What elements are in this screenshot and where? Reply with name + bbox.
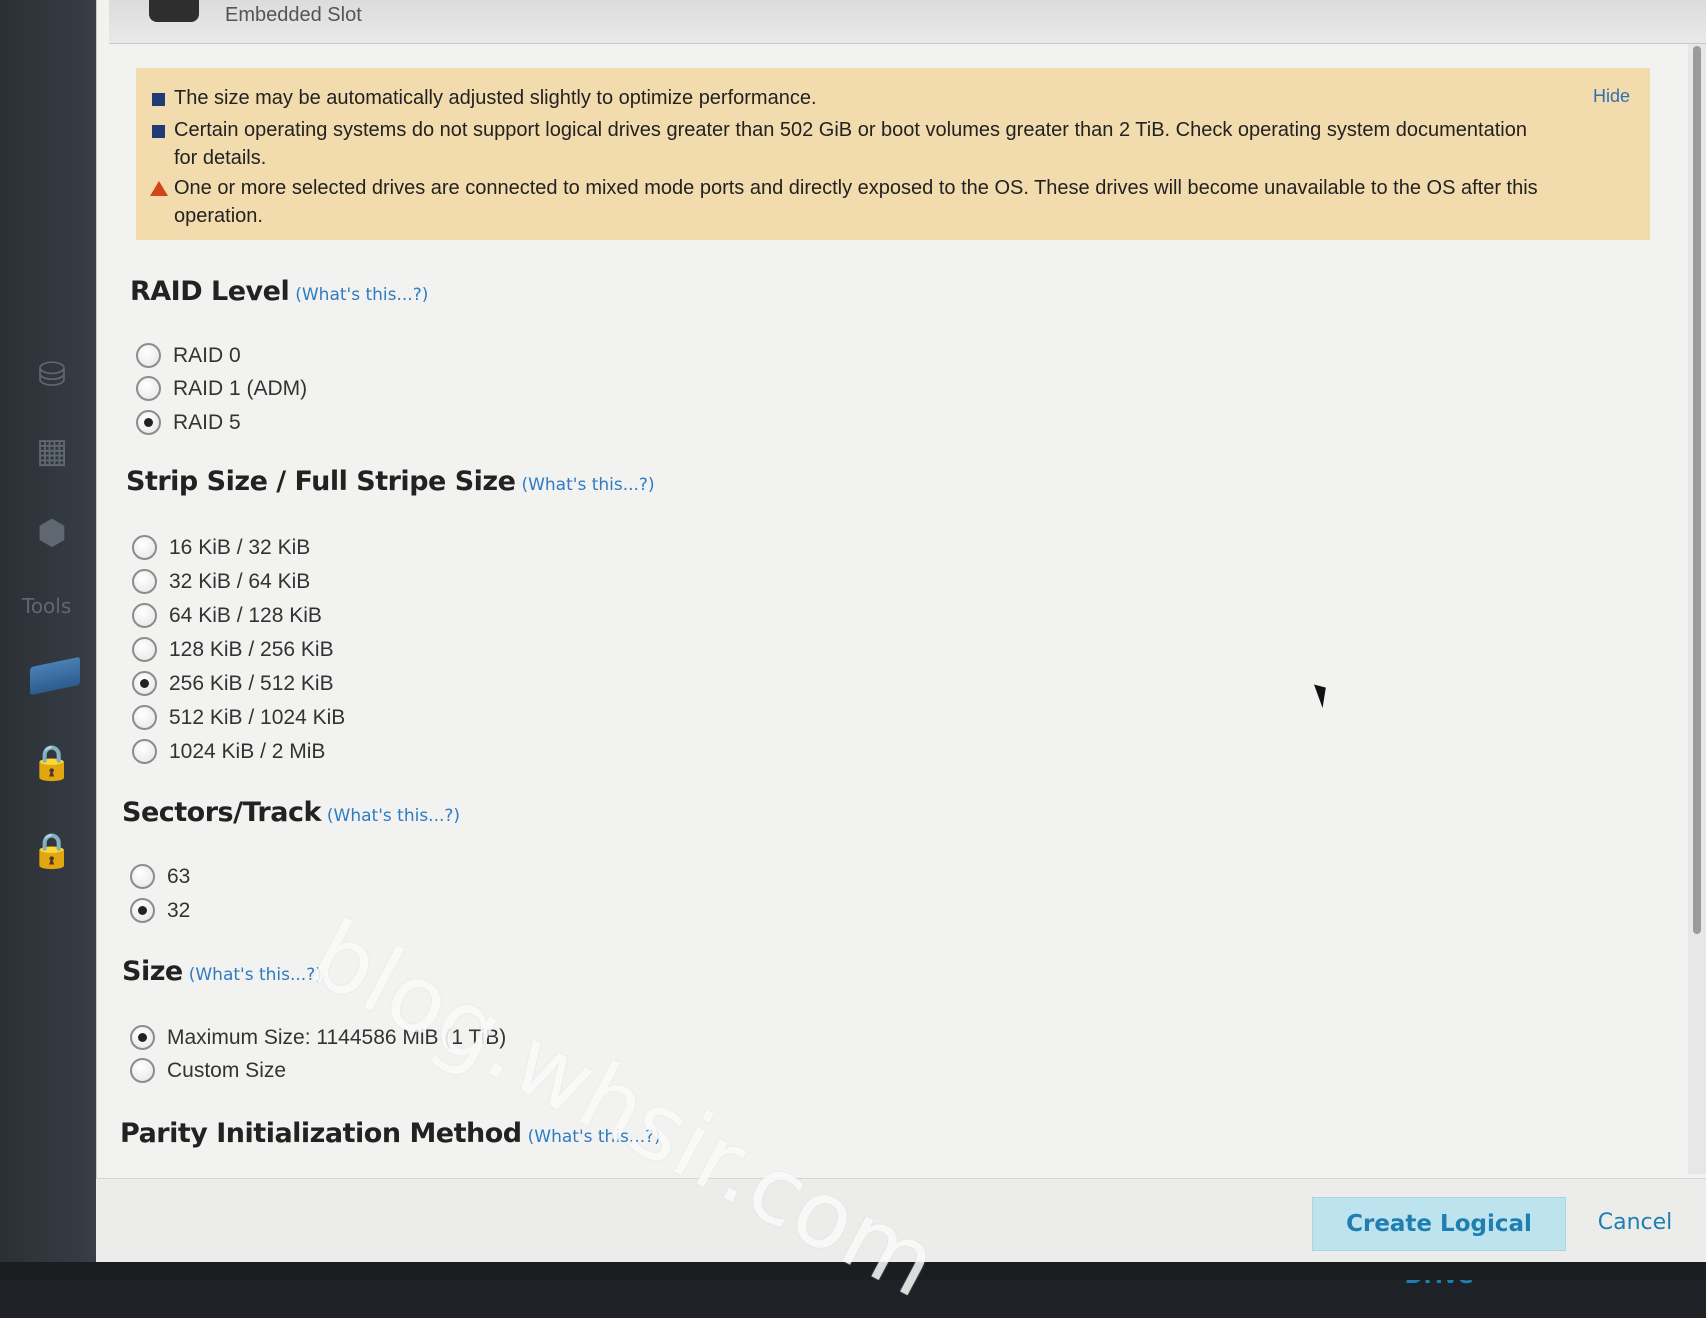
radio-label: 32 KiB / 64 KiB <box>169 569 311 593</box>
radio-label: 32 <box>167 898 191 922</box>
strip-size-heading: Strip Size / Full Stripe Size (What's thi… <box>126 466 655 497</box>
bullet-icon <box>152 125 165 138</box>
warning-icon <box>150 181 168 196</box>
radio-strip-16[interactable]: 16 KiB / 32 KiB <box>132 535 310 560</box>
radio-label: 256 KiB / 512 KiB <box>169 671 334 695</box>
radio-button-selected[interactable] <box>136 410 161 435</box>
radio-button[interactable] <box>132 739 157 764</box>
hide-alert-link[interactable]: Hide <box>1593 86 1630 107</box>
radio-strip-1024[interactable]: 1024 KiB / 2 MiB <box>132 739 325 764</box>
radio-raid-1-adm[interactable]: RAID 1 (ADM) <box>136 376 307 401</box>
controller-icon <box>149 0 199 22</box>
size-title: Size <box>122 956 183 987</box>
radio-button-selected[interactable] <box>130 898 155 923</box>
radio-label: 63 <box>167 864 191 888</box>
raid-level-help-link[interactable]: (What's this...?) <box>295 285 428 305</box>
radio-strip-32[interactable]: 32 KiB / 64 KiB <box>132 569 310 594</box>
radio-label: 512 KiB / 1024 KiB <box>169 705 346 729</box>
radio-strip-512[interactable]: 512 KiB / 1024 KiB <box>132 705 345 730</box>
dialog-titlebar: Embedded Slot <box>109 0 1706 44</box>
vertical-scrollbar[interactable] <box>1688 44 1706 1174</box>
bullet-icon <box>152 93 165 106</box>
parity-help-link[interactable]: (What's this...?) <box>528 1127 661 1147</box>
server-icon[interactable]: ▦ <box>30 432 74 470</box>
radio-strip-64[interactable]: 64 KiB / 128 KiB <box>132 603 322 628</box>
radio-button[interactable] <box>132 569 157 594</box>
size-heading: Size (What's this...?) <box>122 956 322 987</box>
dialog-footer: Create Logical Drive Cancel <box>96 1178 1706 1289</box>
radio-button-selected[interactable] <box>132 671 157 696</box>
radio-raid-5[interactable]: RAID 5 <box>136 410 241 435</box>
radio-label: RAID 0 <box>173 343 241 367</box>
screen-bezel <box>0 1262 1706 1280</box>
lock-icon[interactable]: 🔒 <box>30 744 74 782</box>
radio-button-selected[interactable] <box>130 1025 155 1050</box>
raid-level-heading: RAID Level (What's this...?) <box>130 276 428 307</box>
sectors-track-heading: Sectors/Track (What's this...?) <box>122 797 460 828</box>
network-icon[interactable]: ⬢ <box>30 514 74 552</box>
radio-label: 64 KiB / 128 KiB <box>169 603 322 627</box>
radio-maximum-size[interactable]: Maximum Size: 1144586 MiB (1 TiB) <box>130 1025 506 1050</box>
radio-button[interactable] <box>136 376 161 401</box>
radio-label: RAID 5 <box>173 410 241 434</box>
scrollbar-thumb[interactable] <box>1693 46 1701 934</box>
create-logical-drive-button[interactable]: Create Logical Drive <box>1312 1197 1566 1289</box>
radio-label: Custom Size <box>167 1058 287 1082</box>
info-alert: The size may be automatically adjusted s… <box>136 68 1650 240</box>
sectors-track-help-link[interactable]: (What's this...?) <box>327 806 460 826</box>
radio-button[interactable] <box>130 864 155 889</box>
slot-label: Embedded Slot <box>225 4 362 26</box>
drive-icon[interactable] <box>30 656 80 696</box>
parity-heading: Parity Initialization Method (What's this… <box>120 1118 661 1149</box>
radio-button[interactable] <box>132 603 157 628</box>
radio-button[interactable] <box>136 343 161 368</box>
size-help-link[interactable]: (What's this...?) <box>189 965 322 985</box>
radio-label: 1024 KiB / 2 MiB <box>169 739 326 763</box>
radio-button[interactable] <box>132 535 157 560</box>
database-icon[interactable]: ⛁ <box>30 356 74 394</box>
parity-title: Parity Initialization Method <box>120 1118 522 1149</box>
strip-size-help-link[interactable]: (What's this...?) <box>521 475 654 495</box>
radio-sectors-63[interactable]: 63 <box>130 864 190 889</box>
radio-button[interactable] <box>130 1058 155 1083</box>
radio-button[interactable] <box>132 637 157 662</box>
raid-level-title: RAID Level <box>130 276 290 307</box>
radio-raid-0[interactable]: RAID 0 <box>136 343 241 368</box>
cancel-button[interactable]: Cancel <box>1590 1197 1680 1251</box>
radio-label: Maximum Size: 1144586 MiB (1 TiB) <box>167 1025 507 1049</box>
lock-icon[interactable]: 🔒 <box>30 832 74 870</box>
alert-message: Certain operating systems do not support… <box>152 116 1554 172</box>
radio-label: 128 KiB / 256 KiB <box>169 637 334 661</box>
alert-message-text: The size may be automatically adjusted s… <box>174 87 817 109</box>
sectors-track-title: Sectors/Track <box>122 797 321 828</box>
radio-button[interactable] <box>132 705 157 730</box>
strip-size-title: Strip Size / Full Stripe Size <box>126 466 516 497</box>
radio-sectors-32[interactable]: 32 <box>130 898 190 923</box>
radio-strip-128[interactable]: 128 KiB / 256 KiB <box>132 637 334 662</box>
sidebar-tools-label[interactable]: Tools <box>22 594 71 618</box>
alert-message-text: Certain operating systems do not support… <box>174 119 1527 169</box>
radio-label: RAID 1 (ADM) <box>173 376 308 400</box>
radio-custom-size[interactable]: Custom Size <box>130 1058 286 1083</box>
alert-warning-text: One or more selected drives are connecte… <box>174 177 1538 227</box>
radio-label: 16 KiB / 32 KiB <box>169 535 311 559</box>
radio-strip-256[interactable]: 256 KiB / 512 KiB <box>132 671 334 696</box>
alert-message: The size may be automatically adjusted s… <box>152 84 1554 112</box>
alert-warning: One or more selected drives are connecte… <box>150 174 1554 230</box>
